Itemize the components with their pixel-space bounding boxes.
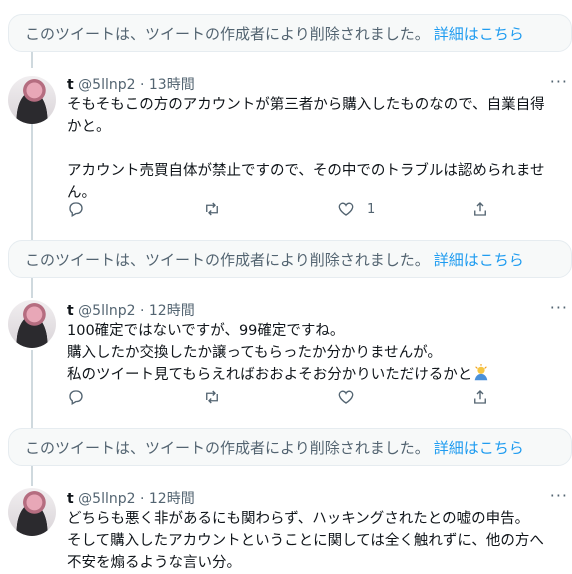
- tweet-line: そして購入したアカウントということに関しては全く触れずに、他の方へ: [67, 533, 544, 549]
- share-icon: [474, 202, 486, 216]
- deleted-tweet-notice: このツイートは、ツイートの作成者により削除されました。 詳細はこちら: [8, 240, 572, 278]
- deleted-notice-text: このツイートは、ツイートの作成者により削除されました。: [25, 24, 430, 43]
- reply-button[interactable]: [67, 388, 85, 406]
- more-icon[interactable]: ···: [550, 486, 568, 505]
- display-name[interactable]: t: [67, 77, 74, 93]
- learn-more-link[interactable]: 詳細はこちら: [434, 437, 524, 458]
- reply-icon: [69, 202, 83, 217]
- learn-more-link[interactable]: 詳細はこちら: [434, 23, 524, 44]
- tweet-header: t @5llnp2 · 13時間: [67, 74, 195, 94]
- person-bowing-emoji: [474, 364, 488, 381]
- deleted-notice-text: このツイートは、ツイートの作成者により削除されました。: [25, 438, 430, 457]
- timestamp[interactable]: 12時間: [149, 303, 195, 319]
- display-name[interactable]: t: [67, 303, 74, 319]
- retweet-button[interactable]: [203, 388, 221, 406]
- thread-line: [31, 52, 33, 68]
- tweet-header: t @5llnp2 · 12時間: [67, 488, 195, 508]
- tweet-actions: 1: [67, 200, 497, 222]
- thread-line: [31, 466, 33, 486]
- display-name[interactable]: t: [67, 491, 74, 507]
- avatar[interactable]: [8, 76, 56, 124]
- separator: ·: [139, 303, 145, 319]
- tweet-actions: [67, 388, 497, 410]
- user-handle[interactable]: @5llnp2: [78, 303, 135, 319]
- user-handle[interactable]: @5llnp2: [78, 77, 135, 93]
- deleted-tweet-notice: このツイートは、ツイートの作成者により削除されました。 詳細はこちら: [8, 428, 572, 466]
- retweet-button[interactable]: [203, 200, 221, 218]
- tweet-line: 100確定ではないですが、99確定ですね。: [67, 323, 345, 339]
- tweet-line: そもそもこの方のアカウントが第三者から購入したものなので、自業自得: [67, 97, 545, 113]
- like-icon: [338, 202, 354, 216]
- separator: ·: [139, 77, 145, 93]
- tweet[interactable]: t @5llnp2 · 12時間 ··· どちらも悪く非があるにも関わらず、ハッ…: [0, 486, 572, 571]
- user-handle[interactable]: @5llnp2: [78, 491, 135, 507]
- tweet-header: t @5llnp2 · 12時間: [67, 300, 195, 320]
- reply-icon: [69, 390, 83, 405]
- tweet[interactable]: t @5llnp2 · 13時間 ··· そもそもこの方のアカウントが第三者から…: [0, 72, 572, 236]
- deleted-tweet-notice: このツイートは、ツイートの作成者により削除されました。 詳細はこちら: [8, 14, 572, 52]
- tweet-line: 購入したか交換したか譲ってもらったか分かりませんが。: [67, 345, 442, 361]
- timestamp[interactable]: 12時間: [149, 491, 195, 507]
- like-button[interactable]: [337, 388, 367, 406]
- like-button[interactable]: 1: [337, 200, 375, 218]
- learn-more-link[interactable]: 詳細はこちら: [434, 249, 524, 270]
- avatar[interactable]: [8, 488, 56, 536]
- retweet-icon: [206, 390, 218, 404]
- tweet-line-text: 私のツイート見てもらえればおおよそお分かりいただけるかと: [67, 367, 473, 383]
- timestamp[interactable]: 13時間: [149, 77, 195, 93]
- more-icon[interactable]: ···: [550, 298, 568, 317]
- reply-button[interactable]: [67, 200, 85, 218]
- deleted-notice-text: このツイートは、ツイートの作成者により削除されました。: [25, 250, 430, 269]
- tweet[interactable]: t @5llnp2 · 12時間 ··· 100確定ではないですが、99確定です…: [0, 298, 572, 424]
- tweet-line: かと。: [67, 119, 111, 135]
- avatar[interactable]: [8, 300, 56, 348]
- tweet-line: どちらも悪く非があるにも関わらず、ハッキングされたとの嘘の申告。: [67, 511, 530, 527]
- tweet-text: どちらも悪く非があるにも関わらず、ハッキングされたとの嘘の申告。 そして購入した…: [67, 508, 567, 574]
- like-count: 1: [367, 201, 376, 217]
- like-icon: [338, 390, 354, 404]
- tweet-text: そもそもこの方のアカウントが第三者から購入したものなので、自業自得 かと。 アカ…: [67, 94, 567, 204]
- more-icon[interactable]: ···: [550, 72, 568, 91]
- share-icon: [474, 390, 486, 404]
- thread-line: [31, 278, 33, 298]
- tweet-line: アカウント売買自体が禁止ですので、その中でのトラブルは認められませ: [67, 163, 545, 179]
- separator: ·: [139, 491, 145, 507]
- tweet-line: 私のツイート見てもらえればおおよそお分かりいただけるかと: [67, 364, 567, 386]
- share-button[interactable]: [471, 388, 489, 406]
- retweet-icon: [206, 202, 218, 216]
- tweet-line: 不安を煽るような言い分。: [67, 555, 241, 571]
- share-button[interactable]: [471, 200, 489, 218]
- tweet-text: 100確定ではないですが、99確定ですね。 購入したか交換したか譲ってもらったか…: [67, 320, 567, 386]
